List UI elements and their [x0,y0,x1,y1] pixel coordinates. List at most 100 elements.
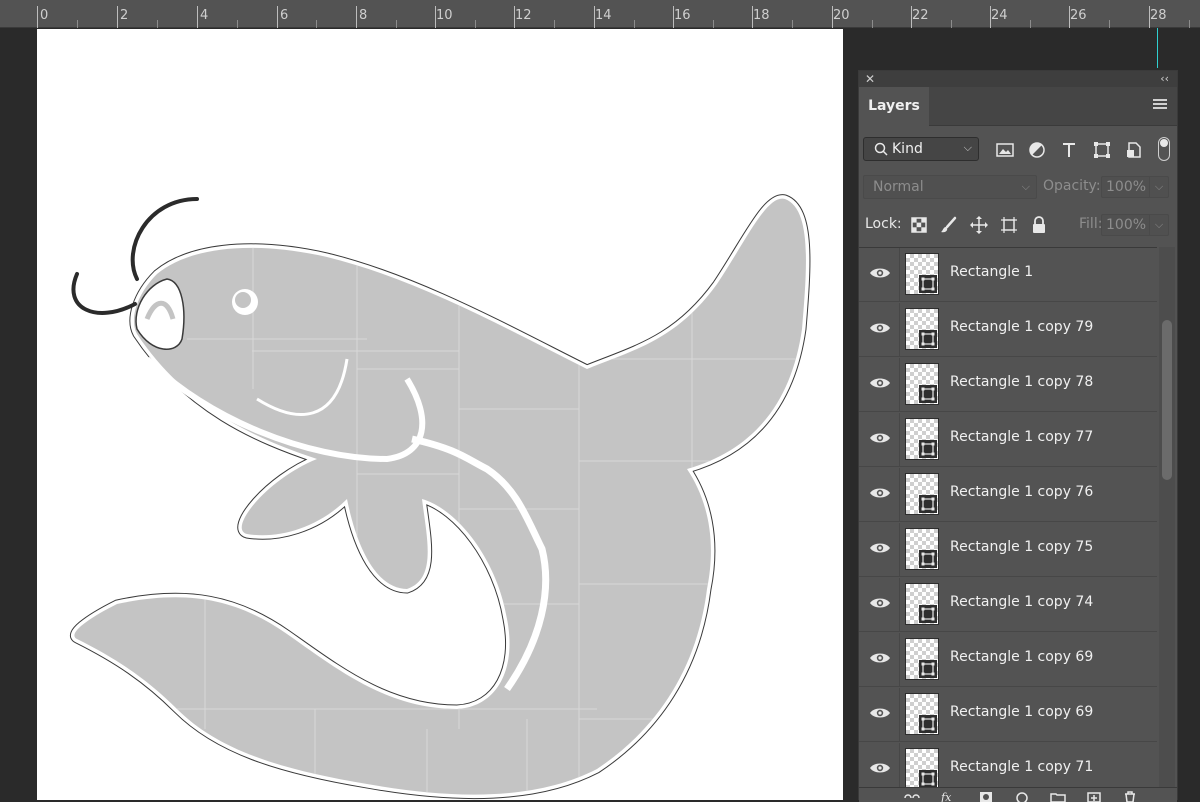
layer-row[interactable]: Rectangle 1 copy 75 [859,523,1157,577]
layer-row[interactable]: Rectangle 1 [859,248,1157,302]
chevron-down-icon: ⌵ [963,141,972,154]
layers-scrollbar[interactable] [1159,247,1175,787]
lock-position-icon[interactable] [969,215,989,235]
guide-line[interactable] [1157,28,1158,68]
layer-row[interactable]: Rectangle 1 copy 79 [859,303,1157,357]
layer-name[interactable]: Rectangle 1 copy 69 [950,649,1093,665]
panel-topbar[interactable]: ✕ ‹‹ [859,71,1177,87]
ruler-label: 10 [436,8,453,23]
layer-thumbnail [905,748,939,790]
catfish-artwork[interactable] [37,29,843,800]
collapse-icon[interactable]: ‹‹ [1160,71,1169,87]
layer-name[interactable]: Rectangle 1 copy 74 [950,594,1093,610]
eye-icon[interactable] [869,375,891,391]
filter-kind-select[interactable]: Kind ⌵ [863,137,979,161]
eye-icon[interactable] [869,705,891,721]
shape-layer-icon [919,385,937,403]
blend-mode-value: Normal [873,179,924,195]
ruler-label: 8 [359,8,368,23]
layer-name[interactable]: Rectangle 1 copy 79 [950,319,1093,335]
smart-object-filter-icon[interactable] [1123,139,1145,161]
visibility-column [899,303,900,356]
layer-row[interactable]: Rectangle 1 copy 69 [859,633,1157,687]
svg-text:fx: fx [940,791,952,802]
type-filter-icon[interactable] [1058,139,1080,161]
layer-name[interactable]: Rectangle 1 [950,264,1033,280]
shape-layer-icon [919,440,937,458]
layer-row[interactable]: Rectangle 1 copy 76 [859,468,1157,522]
lock-image-pixels-icon[interactable] [939,215,959,235]
panel-menu-icon[interactable] [1153,99,1167,111]
layer-row[interactable]: Rectangle 1 copy 77 [859,413,1157,467]
opacity-field[interactable]: 100% ⌵ [1101,176,1169,198]
ruler-label: 26 [1070,8,1087,23]
shape-filter-icon[interactable] [1091,139,1113,161]
ruler-label: 4 [200,8,209,23]
new-layer-icon[interactable] [1085,790,1103,802]
eye-icon[interactable] [869,430,891,446]
visibility-column [899,523,900,576]
layers-list[interactable]: Rectangle 1 Rectangle 1 copy 79 Rectangl… [859,247,1157,802]
whisker-side [71,272,137,315]
eye-icon[interactable] [869,485,891,501]
layer-name[interactable]: Rectangle 1 copy 71 [950,759,1093,775]
lock-artboard-icon[interactable] [999,215,1019,235]
visibility-column [899,358,900,411]
lock-label: Lock: [865,216,902,232]
shape-layer-icon [919,605,937,623]
lock-transparent-pixels-icon[interactable] [909,215,929,235]
fill-label: Fill: [1079,216,1103,232]
eye-icon[interactable] [869,320,891,336]
layer-name[interactable]: Rectangle 1 copy 75 [950,539,1093,555]
chevron-down-icon[interactable]: ⌵ [1149,177,1168,197]
layers-panel[interactable]: ✕ ‹‹ Layers Kind ⌵ Normal ⌵ Opacity: 100… [858,70,1178,802]
ruler-label: 20 [833,8,850,23]
eye-icon[interactable] [869,265,891,281]
ruler-label: 6 [280,8,289,23]
visibility-column [899,468,900,521]
layer-row[interactable]: Rectangle 1 copy 78 [859,358,1157,412]
layer-thumbnail [905,693,939,735]
layer-name[interactable]: Rectangle 1 copy 77 [950,429,1093,445]
layer-row[interactable]: Rectangle 1 copy 69 [859,688,1157,742]
layer-thumbnail [905,308,939,350]
fish-pupil [235,292,251,308]
image-filter-icon[interactable] [994,139,1016,161]
fx-icon[interactable]: fx [939,790,957,802]
shape-layer-icon [919,660,937,678]
shape-layer-icon [919,330,937,348]
filter-kind-label: Kind [892,141,923,157]
document-canvas[interactable] [37,29,843,800]
chevron-down-icon[interactable]: ⌵ [1149,215,1168,235]
link-layers-icon[interactable] [903,790,921,802]
eye-icon[interactable] [869,540,891,556]
add-mask-icon[interactable] [977,790,995,802]
lock-all-icon[interactable] [1029,215,1049,235]
horizontal-ruler[interactable]: 0 2 4 6 8 10 12 14 16 18 20 22 24 26 28 [0,0,1200,28]
folder-icon[interactable] [1049,790,1067,802]
tab-layers[interactable]: Layers [859,87,929,126]
adjustment-filter-icon[interactable] [1026,139,1048,161]
fill-field[interactable]: 100% ⌵ [1101,214,1169,236]
eye-icon[interactable] [869,650,891,666]
eye-icon[interactable] [869,760,891,776]
blend-mode-select[interactable]: Normal ⌵ [863,175,1037,199]
scrollbar-thumb[interactable] [1162,320,1172,480]
layer-name[interactable]: Rectangle 1 copy 69 [950,704,1093,720]
ruler-label: 24 [991,8,1008,23]
layer-name[interactable]: Rectangle 1 copy 78 [950,374,1093,390]
ruler-label: 2 [120,8,129,23]
filter-toggle[interactable] [1158,137,1170,161]
layer-name[interactable]: Rectangle 1 copy 76 [950,484,1093,500]
ruler-label: 22 [912,8,929,23]
eye-icon[interactable] [869,595,891,611]
shape-layer-icon [919,275,937,293]
trash-icon[interactable] [1121,790,1139,802]
layer-thumbnail [905,583,939,625]
adjustment-layer-icon[interactable] [1013,790,1031,802]
layer-row[interactable]: Rectangle 1 copy 74 [859,578,1157,632]
fill-value: 100% [1106,217,1147,233]
ruler-label: 16 [674,8,691,23]
ruler-label: 18 [753,8,770,23]
close-icon[interactable]: ✕ [865,71,875,87]
